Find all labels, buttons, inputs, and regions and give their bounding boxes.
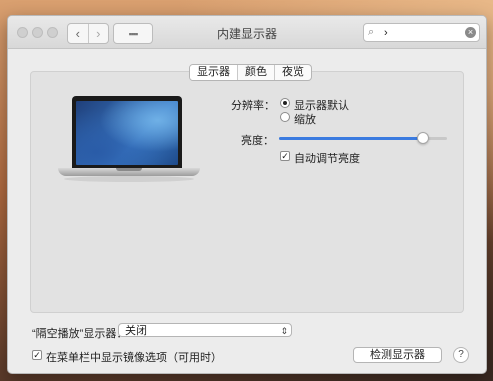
auto-brightness-label: 自动调节亮度	[294, 153, 360, 165]
tab-night-shift[interactable]: 夜览	[274, 65, 311, 80]
tab-bar: 显示器 颜色 夜览	[189, 64, 312, 81]
display-preferences-window: ‹ › ▪▪▪▪ 内建显示器 ⌕ › × 显示器 颜色 夜览 分辨率： 显示器默…	[7, 15, 487, 374]
resolution-scaled-label: 缩放	[294, 114, 316, 126]
clear-search-icon[interactable]: ×	[465, 27, 476, 38]
search-field[interactable]: ⌕ › ×	[363, 23, 480, 42]
brightness-label: 亮度：	[241, 135, 274, 147]
menubar-mirroring-label: 在菜单栏中显示镜像选项（可用时）	[46, 352, 222, 364]
laptop-image	[58, 96, 200, 184]
brightness-slider[interactable]	[279, 132, 447, 144]
tab-display[interactable]: 显示器	[190, 65, 237, 80]
search-input[interactable]: ›	[382, 27, 465, 39]
resolution-label: 分辨率：	[231, 100, 275, 112]
resolution-scaled-radio[interactable]	[280, 112, 290, 122]
detect-displays-button[interactable]: 检测显示器	[353, 347, 442, 363]
resolution-default-radio[interactable]	[280, 98, 290, 108]
airplay-display-select[interactable]: 关闭 ⇕	[118, 323, 292, 337]
menubar-mirroring-checkbox[interactable]: ✓	[32, 350, 42, 360]
titlebar: ‹ › ▪▪▪▪ 内建显示器 ⌕ › ×	[8, 16, 486, 49]
auto-brightness-checkbox[interactable]: ✓	[280, 151, 290, 161]
tab-color[interactable]: 颜色	[237, 65, 274, 80]
airplay-display-label: “隔空播放”显示器：	[32, 328, 128, 340]
help-button[interactable]: ?	[453, 347, 469, 363]
search-icon: ⌕	[368, 26, 375, 38]
airplay-display-value: 关闭	[125, 325, 147, 337]
chevron-updown-icon: ⇕	[280, 326, 288, 336]
brightness-slider-fill	[279, 137, 424, 140]
